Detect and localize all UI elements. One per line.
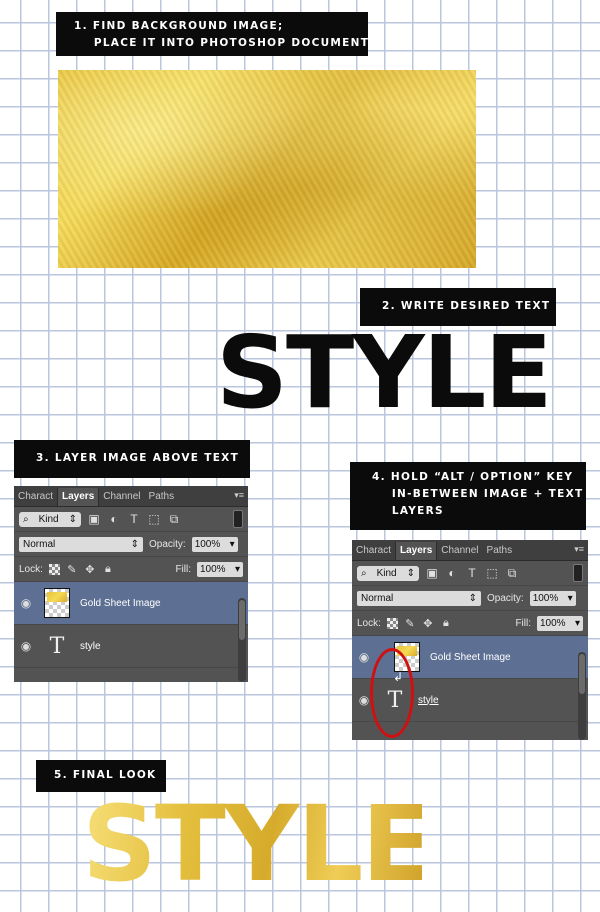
menu-icon[interactable]: ▾≡ xyxy=(574,544,584,555)
lock-row: Lock: ✎ ✥ 🔒︎ Fill: 100% ▾ xyxy=(14,557,248,582)
step-4-label: 4. HOLD “ALT / OPTION” KEY IN-BETWEEN IM… xyxy=(350,462,586,530)
blend-row: Normal ⇕ Opacity: 100% ▾ xyxy=(352,586,588,611)
blend-mode-select[interactable]: Normal ⇕ xyxy=(19,536,143,552)
filter-row: ⌕ Kind ⇕ ▣ ◐ T ⬚ ⧉ xyxy=(352,561,588,586)
fill-field[interactable]: 100% ▾ xyxy=(537,615,583,631)
step-3-label: 3. LAYER IMAGE ABOVE TEXT xyxy=(14,440,250,478)
layers-panel-step-3: Charact Layers Channel Paths ▾≡ ⌕ Kind ⇕ ▣… xyxy=(14,486,248,682)
filter-kind-select[interactable]: ⌕ Kind ⇕ xyxy=(357,565,419,581)
eye-icon[interactable]: ◉ xyxy=(14,639,38,653)
layer-name: style xyxy=(80,640,101,652)
tab-paths[interactable]: Paths xyxy=(145,488,179,506)
adjustment-filter-icon[interactable]: ◐ xyxy=(107,512,121,526)
layer-style[interactable]: ◉ T style xyxy=(14,625,248,668)
tab-layers[interactable]: Layers xyxy=(57,488,100,506)
move-icon[interactable]: ✥ xyxy=(84,563,96,576)
layer-name: style xyxy=(418,694,439,706)
opacity-label: Opacity: xyxy=(149,538,186,550)
lock-row: Lock: ✎ ✥ 🔒︎ Fill: 100% ▾ xyxy=(352,611,588,636)
type-filter-icon[interactable]: T xyxy=(127,512,141,526)
lock-icon[interactable]: 🔒︎ xyxy=(102,563,114,575)
menu-icon[interactable]: ▾≡ xyxy=(234,490,244,501)
lock-icon[interactable]: 🔒︎ xyxy=(440,617,452,629)
chevron-updown-icon: ⇕ xyxy=(468,592,477,604)
smart-object-filter-icon[interactable]: ⧉ xyxy=(167,512,181,526)
style-text-gold: STYLE xyxy=(82,783,432,905)
tab-layers[interactable]: Layers xyxy=(395,542,438,560)
lock-transparency-icon[interactable] xyxy=(386,617,398,629)
tab-channels[interactable]: Channel xyxy=(437,542,482,560)
filter-row: ⌕ Kind ⇕ ▣ ◐ T ⬚ ⧉ xyxy=(14,507,248,532)
opacity-label: Opacity: xyxy=(487,592,524,604)
search-icon: ⌕ xyxy=(361,567,367,579)
style-text-black: STYLE xyxy=(216,314,553,431)
chevron-down-icon: ▾ xyxy=(574,617,580,629)
tab-paths[interactable]: Paths xyxy=(483,542,517,560)
pixel-filter-icon[interactable]: ▣ xyxy=(87,512,101,526)
lock-transparency-icon[interactable] xyxy=(48,563,60,575)
tab-character[interactable]: Charact xyxy=(14,488,57,506)
layer-thumbnail xyxy=(44,588,70,618)
chevron-updown-icon: ⇕ xyxy=(130,538,139,550)
search-icon: ⌕ xyxy=(23,513,29,525)
brush-icon[interactable]: ✎ xyxy=(404,617,416,630)
adjustment-filter-icon[interactable]: ◐ xyxy=(445,566,459,580)
layer-name: Gold Sheet Image xyxy=(80,597,161,609)
tab-character[interactable]: Charact xyxy=(352,542,395,560)
eye-icon[interactable]: ◉ xyxy=(352,650,376,664)
scrollbar[interactable] xyxy=(238,598,246,682)
shape-filter-icon[interactable]: ⬚ xyxy=(147,512,161,526)
gold-foil-image xyxy=(58,70,476,268)
brush-icon[interactable]: ✎ xyxy=(66,563,78,576)
fill-label: Fill: xyxy=(515,617,531,629)
text-layer-icon: T xyxy=(49,633,65,659)
chevron-updown-icon: ⇕ xyxy=(406,567,415,579)
blend-mode-select[interactable]: Normal ⇕ xyxy=(357,590,481,606)
scrollbar[interactable] xyxy=(578,652,586,740)
panel-tabs: Charact Layers Channel Paths ▾≡ xyxy=(14,486,248,507)
chevron-down-icon: ▾ xyxy=(567,592,573,604)
layer-name: Gold Sheet Image xyxy=(430,651,511,663)
panel-tabs: Charact Layers Channel Paths ▾≡ xyxy=(352,540,588,561)
filter-kind-select[interactable]: ⌕ Kind ⇕ xyxy=(19,511,81,527)
chevron-updown-icon: ⇕ xyxy=(68,513,77,525)
shape-filter-icon[interactable]: ⬚ xyxy=(485,566,499,580)
lock-label: Lock: xyxy=(357,617,381,629)
filter-toggle[interactable] xyxy=(573,564,583,582)
blend-row: Normal ⇕ Opacity: 100% ▾ xyxy=(14,532,248,557)
lock-label: Lock: xyxy=(19,563,43,575)
pixel-filter-icon[interactable]: ▣ xyxy=(425,566,439,580)
chevron-down-icon: ▾ xyxy=(229,538,235,550)
chevron-down-icon: ▾ xyxy=(234,563,240,575)
eye-icon[interactable]: ◉ xyxy=(14,596,38,610)
opacity-field[interactable]: 100% ▾ xyxy=(529,590,576,606)
fill-field[interactable]: 100% ▾ xyxy=(197,561,243,577)
highlight-circle xyxy=(370,648,414,738)
layer-gold-sheet-image[interactable]: ◉ Gold Sheet Image xyxy=(14,582,248,625)
tab-channels[interactable]: Channel xyxy=(99,488,144,506)
type-filter-icon[interactable]: T xyxy=(465,566,479,580)
step-1-label: 1. FIND BACKGROUND IMAGE; PLACE IT INTO … xyxy=(56,12,368,56)
move-icon[interactable]: ✥ xyxy=(422,617,434,630)
fill-label: Fill: xyxy=(175,563,191,575)
filter-toggle[interactable] xyxy=(233,510,243,528)
opacity-field[interactable]: 100% ▾ xyxy=(191,536,238,552)
smart-object-filter-icon[interactable]: ⧉ xyxy=(505,566,519,580)
